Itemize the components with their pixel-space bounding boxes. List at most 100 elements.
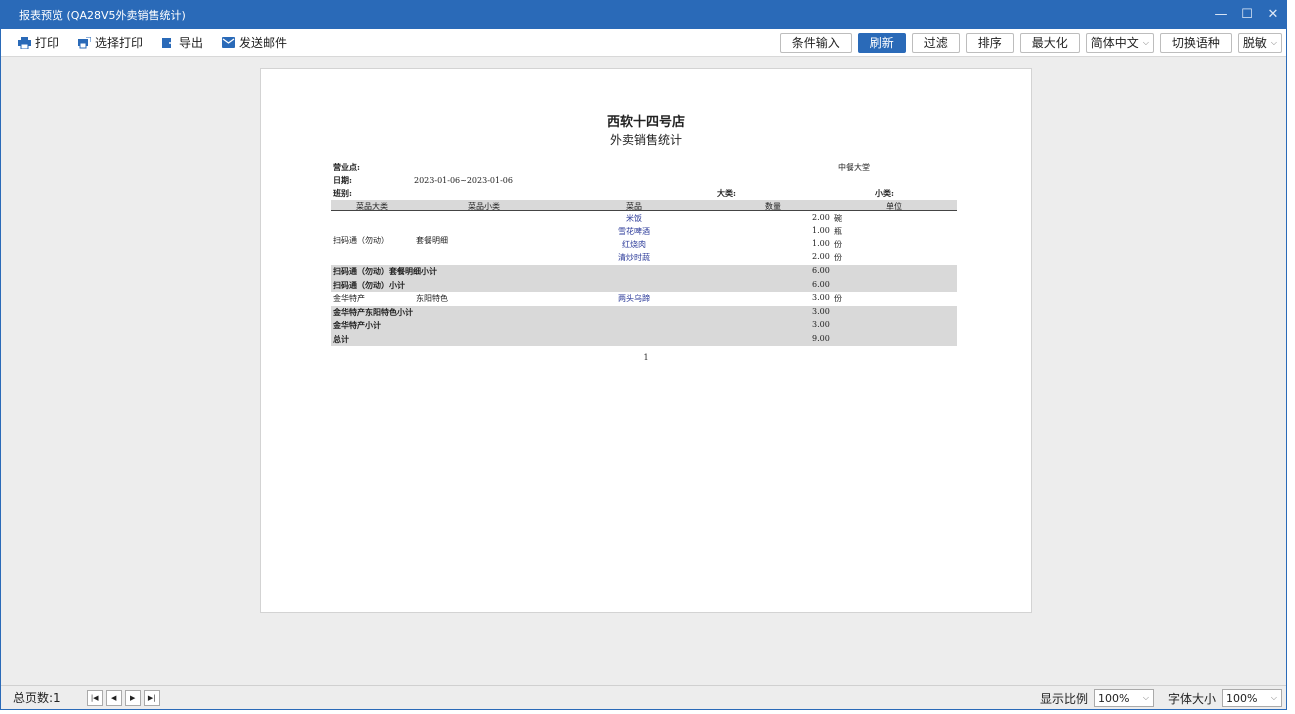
select-print-label: 选择打印 (95, 36, 144, 50)
subtotal-qty: 6.00 (812, 266, 830, 275)
zoom-select[interactable]: 100% ⌵ (1093, 689, 1154, 707)
qty-cell: 1.00 (812, 226, 830, 235)
subtotal-row: 扫码通（勿动）小计 6.00 (331, 278, 957, 292)
qty-cell: 2.00 (812, 213, 830, 222)
page-navigation: |◀ ◀ ▶ ▶| (86, 689, 160, 706)
table-row: 红烧肉 1.00 份 (331, 238, 957, 252)
qty-cell: 2.00 (812, 252, 830, 261)
report-preview-window: 报表预览 (QA28V5外卖销售统计) — ☐ ✕ 打印 选择打印 导出 发送邮… (0, 0, 1287, 710)
subcategory-cell: 东阳特色 (416, 294, 448, 303)
language-select[interactable]: 简体中文 ⌵ (1085, 33, 1154, 53)
unit-cell: 份 (834, 253, 842, 262)
total-label: 总计 (333, 333, 349, 344)
dish-cell: 米饭 (626, 214, 642, 223)
subtotal-qty: 6.00 (812, 279, 830, 289)
report-table: 菜品大类 菜品小类 菜品 数量 单位 扫码通（勿动） 套餐明细 米饭 2.00 … (331, 200, 957, 346)
unit-cell: 碗 (834, 214, 842, 223)
chevron-down-icon: ⌵ (1142, 693, 1149, 702)
unit-cell: 份 (834, 294, 842, 303)
table-row: 清炒时蔬 2.00 份 (331, 251, 957, 265)
subtotal-label: 金华特产东阳特色小计 (333, 306, 413, 317)
filter-button[interactable]: 过滤 (911, 33, 960, 53)
unit-cell: 份 (834, 240, 842, 249)
right-toolbar: 条件输入 刷新 过滤 排序 最大化 简体中文 ⌵ 切换语种 脱敏 ⌵ (779, 33, 1282, 53)
font-size-select[interactable]: 100% ⌵ (1222, 689, 1282, 707)
print-button[interactable]: 打印 (15, 32, 61, 54)
page-number: 1 (643, 353, 649, 362)
maximize-button[interactable]: ☐ (1234, 1, 1260, 29)
language-select-value: 简体中文 (1090, 36, 1139, 50)
subtotal-row: 金华特产东阳特色小计 3.00 (331, 305, 957, 319)
mail-icon (221, 36, 235, 50)
outlet-label: 营业点: (333, 162, 360, 172)
report-title: 外卖销售统计 (609, 133, 682, 147)
subtotal-label: 扫码通（勿动）套餐明细小计 (333, 266, 437, 276)
close-button[interactable]: ✕ (1260, 1, 1286, 29)
total-qty: 9.00 (812, 333, 830, 343)
unit-cell: 瓶 (834, 227, 842, 236)
category-label: 大类: (717, 188, 736, 198)
title-bar: 报表预览 (QA28V5外卖销售统计) — ☐ ✕ (1, 1, 1286, 29)
zoom-select-value: 100% (1097, 691, 1130, 705)
dish-cell: 红烧肉 (622, 240, 646, 249)
category-cell: 金华特产 (333, 294, 365, 303)
chevron-down-icon: ⌵ (1142, 38, 1149, 47)
total-row: 总计 9.00 (331, 332, 957, 346)
status-bar: 总页数:1 |◀ ◀ ▶ ▶| 显示比例 100% ⌵ 字体大小 100% ⌵ (1, 685, 1286, 709)
subtotal-row: 金华特产小计 3.00 (331, 319, 957, 333)
condition-input-button[interactable]: 条件输入 (779, 33, 852, 53)
zoom-controls: 显示比例 100% ⌵ 字体大小 100% ⌵ (1040, 689, 1282, 707)
table-header: 菜品大类 菜品小类 菜品 数量 单位 (331, 200, 957, 211)
chevron-down-icon: ⌵ (1270, 693, 1277, 702)
subtotal-qty: 3.00 (812, 320, 830, 329)
subcategory-label: 小类: (875, 188, 894, 198)
print-label: 打印 (35, 36, 60, 50)
send-mail-button[interactable]: 发送邮件 (219, 32, 289, 54)
export-button[interactable]: 导出 (159, 32, 205, 54)
refresh-button[interactable]: 刷新 (857, 33, 906, 53)
masking-select-value: 脱敏 (1242, 36, 1267, 50)
shift-label: 班别: (333, 188, 352, 198)
export-icon (161, 36, 175, 50)
window-controls: — ☐ ✕ (1208, 1, 1286, 29)
dish-cell: 清炒时蔬 (618, 253, 650, 262)
qty-cell: 1.00 (812, 239, 830, 248)
zoom-label: 显示比例 (1039, 691, 1088, 706)
send-mail-label: 发送邮件 (239, 36, 288, 50)
first-page-icon[interactable]: |◀ (86, 689, 103, 706)
outlet-value: 中餐大堂 (838, 163, 870, 172)
maximize-view-button[interactable]: 最大化 (1019, 33, 1080, 53)
select-print-button[interactable]: 选择打印 (75, 32, 145, 54)
date-value: 2023-01-06~2023-01-06 (414, 176, 513, 185)
subtotal-qty: 3.00 (812, 306, 830, 316)
printer-icon (17, 36, 31, 50)
dish-cell: 两头乌蹄 (618, 294, 650, 303)
date-label: 日期: (333, 175, 352, 185)
prev-page-icon[interactable]: ◀ (105, 689, 122, 706)
group-1: 扫码通（勿动） 套餐明细 米饭 2.00 碗 雪花啤酒 1.00 瓶 红烧肉 1… (331, 211, 957, 265)
export-label: 导出 (179, 36, 204, 50)
sort-button[interactable]: 排序 (965, 33, 1014, 53)
table-row: 金华特产 东阳特色 两头乌蹄 3.00 份 (331, 292, 957, 306)
subtotal-row: 扫码通（勿动）套餐明细小计 6.00 (331, 265, 957, 279)
toolbar: 打印 选择打印 导出 发送邮件 条件输入 刷新 过滤 排序 最大化 简体中文 ⌵… (1, 29, 1286, 57)
total-pages: 总页数:1 (13, 691, 61, 705)
store-name: 西软十四号店 (606, 115, 685, 130)
switch-language-button[interactable]: 切换语种 (1159, 33, 1232, 53)
chevron-down-icon: ⌵ (1270, 38, 1277, 47)
minimize-button[interactable]: — (1208, 1, 1234, 29)
window-title: 报表预览 (QA28V5外卖销售统计) (19, 9, 186, 22)
dish-cell: 雪花啤酒 (618, 227, 650, 236)
masking-select[interactable]: 脱敏 ⌵ (1237, 33, 1282, 53)
font-size-label: 字体大小 (1167, 691, 1216, 706)
last-page-icon[interactable]: ▶| (143, 689, 160, 706)
select-print-icon (77, 36, 91, 50)
subtotal-label: 扫码通（勿动）小计 (333, 279, 405, 290)
report-page: 西软十四号店 外卖销售统计 营业点: 中餐大堂 日期: 2023-01-06~2… (260, 68, 1032, 613)
subtotal-label: 金华特产小计 (333, 320, 381, 330)
next-page-icon[interactable]: ▶ (124, 689, 141, 706)
table-row: 米饭 2.00 碗 (331, 212, 957, 226)
qty-cell: 3.00 (812, 293, 830, 302)
table-row: 雪花啤酒 1.00 瓶 (331, 225, 957, 239)
font-size-select-value: 100% (1226, 691, 1258, 705)
